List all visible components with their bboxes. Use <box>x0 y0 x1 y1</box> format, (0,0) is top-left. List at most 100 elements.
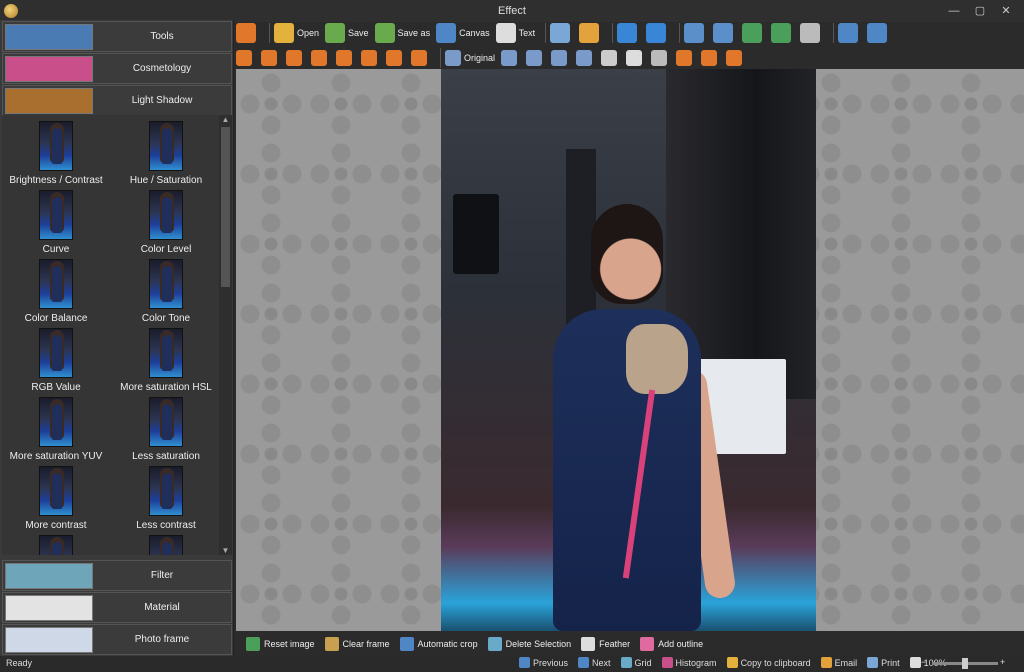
category-thumb <box>5 626 93 653</box>
action-label: Clear frame <box>342 639 390 649</box>
grid-button[interactable]: Grid <box>620 657 652 668</box>
redo-button[interactable] <box>646 23 669 43</box>
minimize-button[interactable]: — <box>944 3 964 19</box>
scroll-down-icon[interactable]: ▼ <box>221 546 230 555</box>
flip-horizontal-button[interactable] <box>713 23 736 43</box>
rotate-left-button[interactable] <box>742 23 765 43</box>
histogram-button[interactable]: Histogram <box>661 657 717 668</box>
effect-item[interactable]: Curve <box>2 190 110 255</box>
save-as-button[interactable]: Save as <box>374 23 430 43</box>
effect-item[interactable]: More saturation YUV <box>2 397 110 462</box>
category-cosmetology[interactable]: Cosmetology <box>2 53 232 84</box>
rotate-right-button[interactable] <box>771 23 794 43</box>
grid-perspective-button[interactable] <box>651 50 670 66</box>
clear-frame-button[interactable]: Clear frame <box>324 637 390 651</box>
email-button[interactable] <box>579 23 602 43</box>
original-button[interactable]: Original <box>445 50 495 66</box>
heart-select-button[interactable] <box>336 50 355 66</box>
hash-grid-2-button[interactable] <box>701 50 720 66</box>
status-item-label: Histogram <box>675 657 717 668</box>
toolbar-separator <box>612 23 614 43</box>
back-arrow-button[interactable] <box>236 23 259 43</box>
pointer-button[interactable] <box>236 50 255 66</box>
zoom-out-button[interactable]: − <box>921 657 926 667</box>
rotate-free-button[interactable] <box>800 23 823 43</box>
next-button[interactable]: Next <box>578 657 611 668</box>
effect-item[interactable]: Less saturation <box>112 397 219 462</box>
text-button[interactable]: Text <box>495 23 535 43</box>
reset-button[interactable]: Reset image <box>246 637 315 651</box>
scrollbar-thumb[interactable] <box>221 127 230 287</box>
zoom-slider-knob[interactable] <box>962 658 968 669</box>
photo-tool-4-button[interactable] <box>576 50 595 66</box>
print-button[interactable]: Print <box>867 657 900 668</box>
effect-label: More saturation YUV <box>9 451 103 462</box>
effects-scrollbar[interactable]: ▲ ▼ <box>219 115 232 555</box>
photo-tool-2-button[interactable] <box>526 50 545 66</box>
photo-image[interactable] <box>441 69 816 631</box>
zoom-slider[interactable] <box>932 658 998 669</box>
category-filter[interactable]: Filter <box>2 560 232 591</box>
lasso-select-button[interactable] <box>386 50 405 66</box>
polygon-select-button[interactable] <box>361 50 380 66</box>
ellipse-select-button[interactable] <box>311 50 330 66</box>
effects-grid: Brightness / Contrast Hue / Saturation Cur… <box>2 115 219 555</box>
effect-item[interactable]: Color Tone <box>112 259 219 324</box>
category-photo-frame[interactable]: Photo frame <box>2 624 232 655</box>
open-folder-button[interactable]: Open <box>274 23 319 43</box>
rect-select-button[interactable] <box>261 50 280 66</box>
auto-crop-icon <box>399 637 414 651</box>
effect-item[interactable] <box>112 535 219 555</box>
flip-vertical-button[interactable] <box>684 23 707 43</box>
effect-item[interactable]: More contrast <box>2 466 110 531</box>
feather-button[interactable]: Feather <box>581 637 630 651</box>
category-light-shadow[interactable]: Light Shadow <box>2 85 232 116</box>
hash-grid-3-button[interactable] <box>726 50 745 66</box>
effect-label: Color Level <box>140 244 192 255</box>
effect-item[interactable] <box>2 535 110 555</box>
effect-thumbnail <box>149 466 183 516</box>
effect-thumbnail <box>39 328 73 378</box>
toolbar-separator <box>440 48 441 68</box>
scroll-up-icon[interactable]: ▲ <box>221 115 230 124</box>
scissors-button[interactable] <box>601 50 620 66</box>
checkerboard-button[interactable] <box>626 50 645 66</box>
zoom-in-button[interactable] <box>838 23 861 43</box>
add-outline-button[interactable]: Add outline <box>640 637 703 651</box>
email-button[interactable]: Email <box>820 657 857 668</box>
polygon-select-icon <box>361 50 377 66</box>
effect-item[interactable]: Less contrast <box>112 466 219 531</box>
undo-button[interactable] <box>617 23 640 43</box>
toolbar-label: Canvas <box>459 28 490 38</box>
previous-icon <box>519 657 530 668</box>
magic-wand-button[interactable] <box>411 50 430 66</box>
category-tools[interactable]: Tools <box>2 21 232 52</box>
effect-item[interactable]: Brightness / Contrast <box>2 121 110 186</box>
effect-item[interactable]: Color Level <box>112 190 219 255</box>
category-label: Light Shadow <box>131 95 193 106</box>
image-canvas[interactable] <box>236 69 1024 631</box>
maximize-button[interactable]: ▢ <box>970 3 990 19</box>
category-material[interactable]: Material <box>2 592 232 623</box>
print-button[interactable] <box>550 23 573 43</box>
effect-item[interactable]: RGB Value <box>2 328 110 393</box>
zoom-out-button[interactable] <box>867 23 890 43</box>
auto-crop-button[interactable]: Automatic crop <box>399 637 478 651</box>
delete-selection-button[interactable]: Delete Selection <box>487 637 571 651</box>
save-button[interactable]: Save <box>325 23 369 43</box>
effect-item[interactable]: Color Balance <box>2 259 110 324</box>
photo-tool-2-icon <box>526 50 543 66</box>
photo-tool-1-button[interactable] <box>501 50 520 66</box>
photo-tool-3-button[interactable] <box>551 50 570 66</box>
clipboard-button[interactable]: Copy to clipboard <box>726 657 811 668</box>
category-label: Filter <box>150 570 174 581</box>
effect-item[interactable]: More saturation HSL <box>112 328 219 393</box>
close-button[interactable]: ✕ <box>996 3 1016 19</box>
rounded-rect-select-button[interactable] <box>286 50 305 66</box>
effect-item[interactable]: Hue / Saturation <box>112 121 219 186</box>
previous-button[interactable]: Previous <box>519 657 568 668</box>
effects-sidebar: Tools Cosmetology Light Shadow Brightnes… <box>0 20 234 656</box>
canvas-button[interactable]: Canvas <box>436 23 490 43</box>
zoom-in-button[interactable]: + <box>1000 657 1005 667</box>
hash-grid-button[interactable] <box>676 50 695 66</box>
